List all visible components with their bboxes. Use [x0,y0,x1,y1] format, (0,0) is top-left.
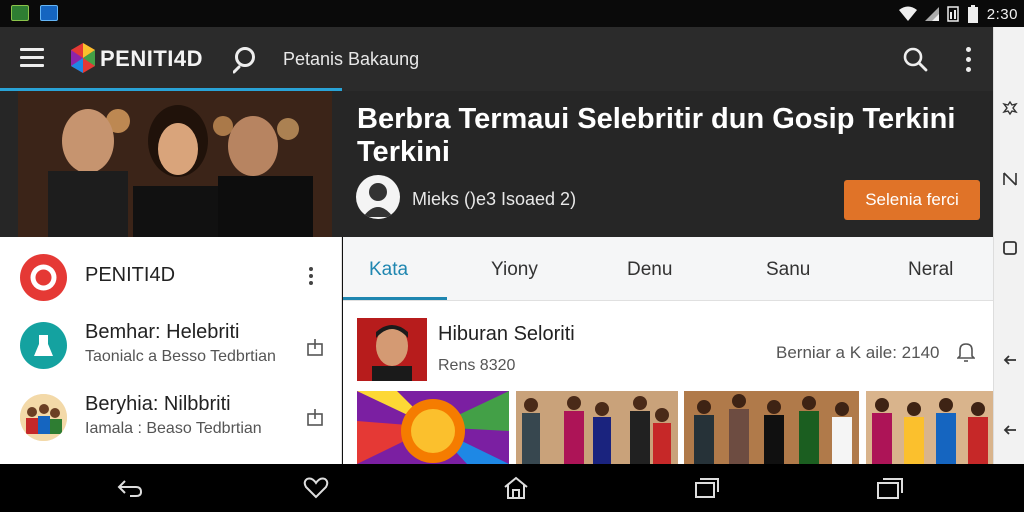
hero-banner: Berbra Termaui Selebritir dun Gosip Terk… [0,91,993,237]
feed-stat: Berniar a K aile: 2140 [776,343,940,362]
settings-icon[interactable] [1002,100,1018,116]
recents-icon[interactable] [692,476,720,500]
gallery-image[interactable] [684,391,859,464]
tab-yiony[interactable]: Yiony [491,259,538,281]
search-label[interactable]: Petanis Bakaung [283,49,419,70]
main-content: Kata Yiony Denu Sanu Neral Hiburan Selor… [343,237,993,464]
list-item[interactable]: PENITI4D [0,237,342,315]
overview-icon[interactable] [876,476,904,500]
bell-icon[interactable] [957,342,975,362]
hero-title: Berbra Termaui Selebritir dun Gosip Terk… [357,103,956,168]
more-icon[interactable] [962,47,974,73]
group-photo-icon [20,394,67,441]
list-item-subtitle: Taonialc a Besso Tedbrtian [85,348,276,365]
category-avatar [20,394,67,441]
notification-sync-icon [40,5,58,21]
list-item-title: Bemhar: Helebriti [85,321,240,343]
status-icons: 2:30 [898,4,1018,24]
category-avatar [20,322,67,369]
gallery-image[interactable] [866,391,993,464]
battery-icon [967,5,978,23]
flask-icon [34,335,53,356]
tab-denu[interactable]: Denu [627,259,672,281]
menu-icon[interactable] [20,48,44,68]
square-icon[interactable] [1002,240,1018,256]
cta-button[interactable]: Selenia ferci [844,180,980,220]
list-item-title: PENITI4D [85,264,176,286]
app-brand: PENITI4D [100,46,204,71]
app-bar: PENITI4D Petanis Bakaung [0,27,993,91]
sim-icon [947,6,959,22]
tab-neral[interactable]: Neral [908,259,953,281]
person-icon [363,183,393,217]
brand-avatar [20,254,67,301]
wifi-icon [898,6,917,21]
heart-icon[interactable] [302,476,330,500]
share-icon[interactable] [305,337,325,359]
feed-thumbnail[interactable] [357,318,427,381]
signal-icon [924,7,939,21]
tab-bar: Kata Yiony Denu Sanu Neral [343,237,993,301]
list-item[interactable]: Bemhar: Helebriti Taonialc a Besso Tedbr… [0,315,342,389]
logo-icon [71,43,95,73]
gallery-image[interactable] [357,391,509,464]
gallery-image[interactable] [516,391,678,464]
hero-photo[interactable] [18,91,332,237]
tab-sanu[interactable]: Sanu [766,259,810,281]
crop-icon[interactable] [1002,171,1018,187]
logo-icon [30,264,57,291]
status-time: 2:30 [986,5,1018,23]
active-tab-indicator [343,297,447,300]
feed-title[interactable]: Hiburan Seloriti [438,323,575,346]
feed-subtitle: Rens 8320 [438,357,516,374]
more-icon[interactable] [306,265,316,287]
tab-kata[interactable]: Kata [369,259,408,281]
list-item-subtitle: Iamala : Beaso Tedbrtian [85,420,262,437]
search-icon[interactable] [902,46,928,72]
list-item-title: Beryhia: Nilbbriti [85,393,231,415]
list-item[interactable]: Beryhia: Nilbbriti Iamala : Beaso Tedbrt… [0,389,342,464]
back-arrow-icon[interactable] [1002,352,1018,368]
notification-app-icon [11,5,29,21]
back-icon[interactable] [116,476,144,500]
back-arrow-icon[interactable] [1002,422,1018,438]
author-avatar[interactable] [356,175,400,219]
search-icon[interactable] [233,46,261,74]
system-rail [993,27,1024,464]
navigation-bar [0,464,1024,512]
hero-meta: Mieks ()e3 Isoaed 2) [412,189,577,209]
home-icon[interactable] [502,476,530,500]
share-icon[interactable] [305,407,325,429]
status-bar: 2:30 [0,0,1024,27]
left-list: PENITI4D Bemhar: Helebriti Taonialc a Be… [0,237,342,464]
